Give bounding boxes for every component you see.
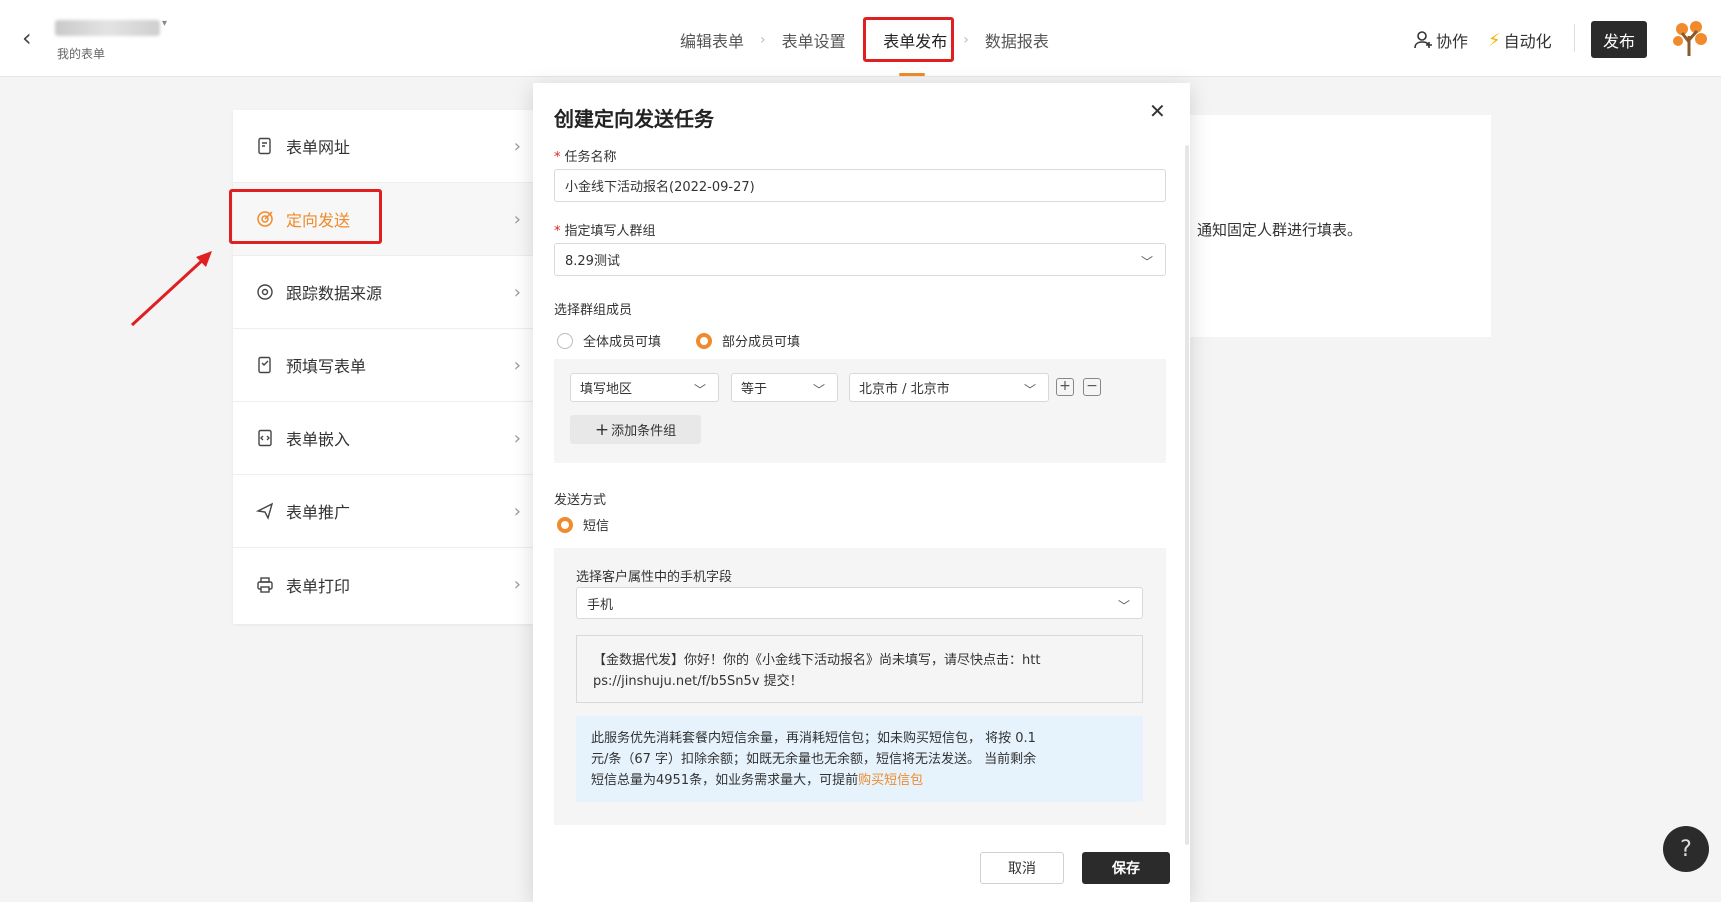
save-button[interactable]: 保存 — [1082, 852, 1170, 884]
condition-operator-select[interactable]: 等于 ﹀ — [731, 373, 838, 402]
condition-field-select[interactable]: 填写地区 ﹀ — [570, 373, 719, 402]
menu-item-tracking[interactable]: 跟踪数据来源 › — [233, 256, 533, 329]
form-title[interactable] — [55, 20, 160, 36]
my-forms-link[interactable]: 我的表单 — [57, 45, 105, 62]
condition-value-select[interactable]: 北京市 / 北京市 ﹀ — [849, 373, 1049, 402]
chevron-right-icon: › — [513, 427, 521, 449]
chevron-down-icon: ﹀ — [1140, 255, 1153, 269]
chevron-down-icon: ﹀ — [1023, 383, 1036, 397]
phone-field-label: 选择客户属性中的手机字段 — [576, 570, 733, 585]
embed-icon — [255, 428, 275, 448]
group-label: * 指定填写人群组 — [554, 224, 656, 239]
printer-icon — [255, 575, 275, 595]
send-plane-icon — [255, 501, 275, 521]
chevron-right-icon: › — [513, 135, 521, 157]
sms-message-preview: 【金数据代发】你好！你的《小金线下活动报名》尚未填写，请尽快点击：htt ps:… — [576, 635, 1143, 703]
prefill-icon — [255, 355, 275, 375]
menu-item-prefill[interactable]: 预填写表单 › — [233, 329, 533, 402]
step-form-publish[interactable]: 表单发布 — [881, 28, 949, 52]
top-bar: ‹ ▾ 我的表单 编辑表单 › 表单设置 › 表单发布 › 数据报表 协作 ⚡ … — [0, 0, 1721, 77]
buy-sms-link[interactable]: 购买短信包 — [858, 773, 923, 788]
menu-item-embed[interactable]: 表单嵌入 › — [233, 402, 533, 475]
chevron-right-icon: › — [513, 574, 521, 595]
lightning-icon: ⚡ — [1488, 29, 1501, 51]
send-method-label: 发送方式 — [554, 493, 607, 508]
phone-field-select[interactable]: 手机 ﹀ — [576, 587, 1143, 619]
members-label: 选择群组成员 — [554, 303, 633, 318]
chevron-right-icon: › — [513, 354, 521, 376]
menu-label: 跟踪数据来源 — [286, 284, 383, 303]
chevron-right-icon: › — [760, 32, 766, 48]
step-form-settings[interactable]: 表单设置 — [780, 28, 848, 52]
radio-some-members[interactable]: 部分成员可填 — [696, 331, 800, 350]
close-icon[interactable]: ✕ — [1149, 99, 1166, 123]
scrollbar[interactable] — [1185, 145, 1189, 845]
help-button[interactable]: ? — [1663, 826, 1709, 872]
collab-button[interactable]: 协作 — [1414, 28, 1468, 52]
remove-condition-icon[interactable]: − — [1083, 378, 1101, 396]
chevron-right-icon: › — [513, 208, 521, 230]
step-nav: 编辑表单 › 表单设置 › 表单发布 › 数据报表 — [678, 26, 1051, 54]
menu-label: 表单网址 — [286, 138, 351, 157]
task-name-input[interactable]: 小金线下活动报名(2022-09-27) — [554, 169, 1166, 202]
condition-group: 填写地区 ﹀ 等于 ﹀ 北京市 / 北京市 ﹀ + − + 添加条件组 — [554, 359, 1166, 463]
menu-label: 表单打印 — [286, 576, 351, 596]
add-condition-group-button[interactable]: + 添加条件组 — [570, 415, 701, 444]
divider — [1574, 24, 1575, 52]
publish-button[interactable]: 发布 — [1591, 21, 1647, 58]
menu-item-print[interactable]: 表单打印 › — [233, 548, 533, 621]
group-select[interactable]: 8.29测试 ﹀ — [554, 243, 1166, 276]
chevron-down-icon: ﹀ — [693, 383, 706, 397]
dialog-title: 创建定向发送任务 — [554, 107, 714, 131]
active-menu-highlight — [229, 189, 382, 244]
active-step-underline — [899, 73, 925, 76]
step-data-report[interactable]: 数据报表 — [983, 28, 1051, 52]
radio-sms[interactable]: 短信 — [557, 515, 609, 534]
tracking-icon — [255, 282, 275, 302]
tree-logo-icon[interactable] — [1670, 18, 1710, 58]
menu-label: 表单推广 — [286, 503, 351, 522]
menu-item-promote[interactable]: 表单推广 › — [233, 475, 533, 548]
plus-icon: + — [594, 419, 610, 440]
caret-down-icon[interactable]: ▾ — [162, 18, 167, 29]
sms-settings: 选择客户属性中的手机字段 手机 ﹀ 【金数据代发】你好！你的《小金线下活动报名》… — [554, 548, 1166, 825]
sms-info-notice: 此服务优先消耗套餐内短信余量，再消耗短信包；如未购买短信包， 将按 0.1 元/… — [576, 716, 1143, 802]
menu-label: 表单嵌入 — [286, 430, 351, 449]
chevron-right-icon: › — [513, 281, 521, 303]
chevron-down-icon: ﹀ — [1117, 599, 1130, 613]
collab-label: 协作 — [1436, 32, 1469, 51]
add-condition-icon[interactable]: + — [1056, 378, 1074, 396]
menu-label: 预填写表单 — [286, 357, 367, 376]
cancel-button[interactable]: 取消 — [980, 852, 1064, 884]
chevron-left-icon[interactable]: ‹ — [22, 26, 42, 50]
add-user-icon — [1414, 31, 1432, 49]
chevron-right-icon: › — [963, 32, 969, 48]
radio-all-members[interactable]: 全体成员可填 — [557, 331, 661, 350]
step-edit-form[interactable]: 编辑表单 — [678, 28, 746, 52]
automation-button[interactable]: ⚡ 自动化 — [1488, 28, 1552, 52]
task-name-label: * 任务名称 — [554, 150, 617, 165]
chevron-right-icon: › — [861, 32, 868, 48]
menu-item-form-url[interactable]: 表单网址 › — [233, 110, 533, 183]
annotation-arrow-icon — [130, 251, 212, 327]
automation-label: 自动化 — [1503, 32, 1552, 51]
publish-menu: 表单网址 › 定向发送 › 跟踪数据来源 › 预填写表单 › 表单嵌入 › 表单… — [233, 110, 533, 624]
chevron-right-icon: › — [513, 500, 521, 522]
create-targeted-send-dialog: 创建定向发送任务 ✕ * 任务名称 小金线下活动报名(2022-09-27) * 指… — [533, 83, 1190, 902]
document-link-icon — [255, 136, 275, 156]
chevron-down-icon: ﹀ — [812, 383, 825, 397]
panel-description: 通知固定人群进行填表。 — [1197, 221, 1363, 239]
